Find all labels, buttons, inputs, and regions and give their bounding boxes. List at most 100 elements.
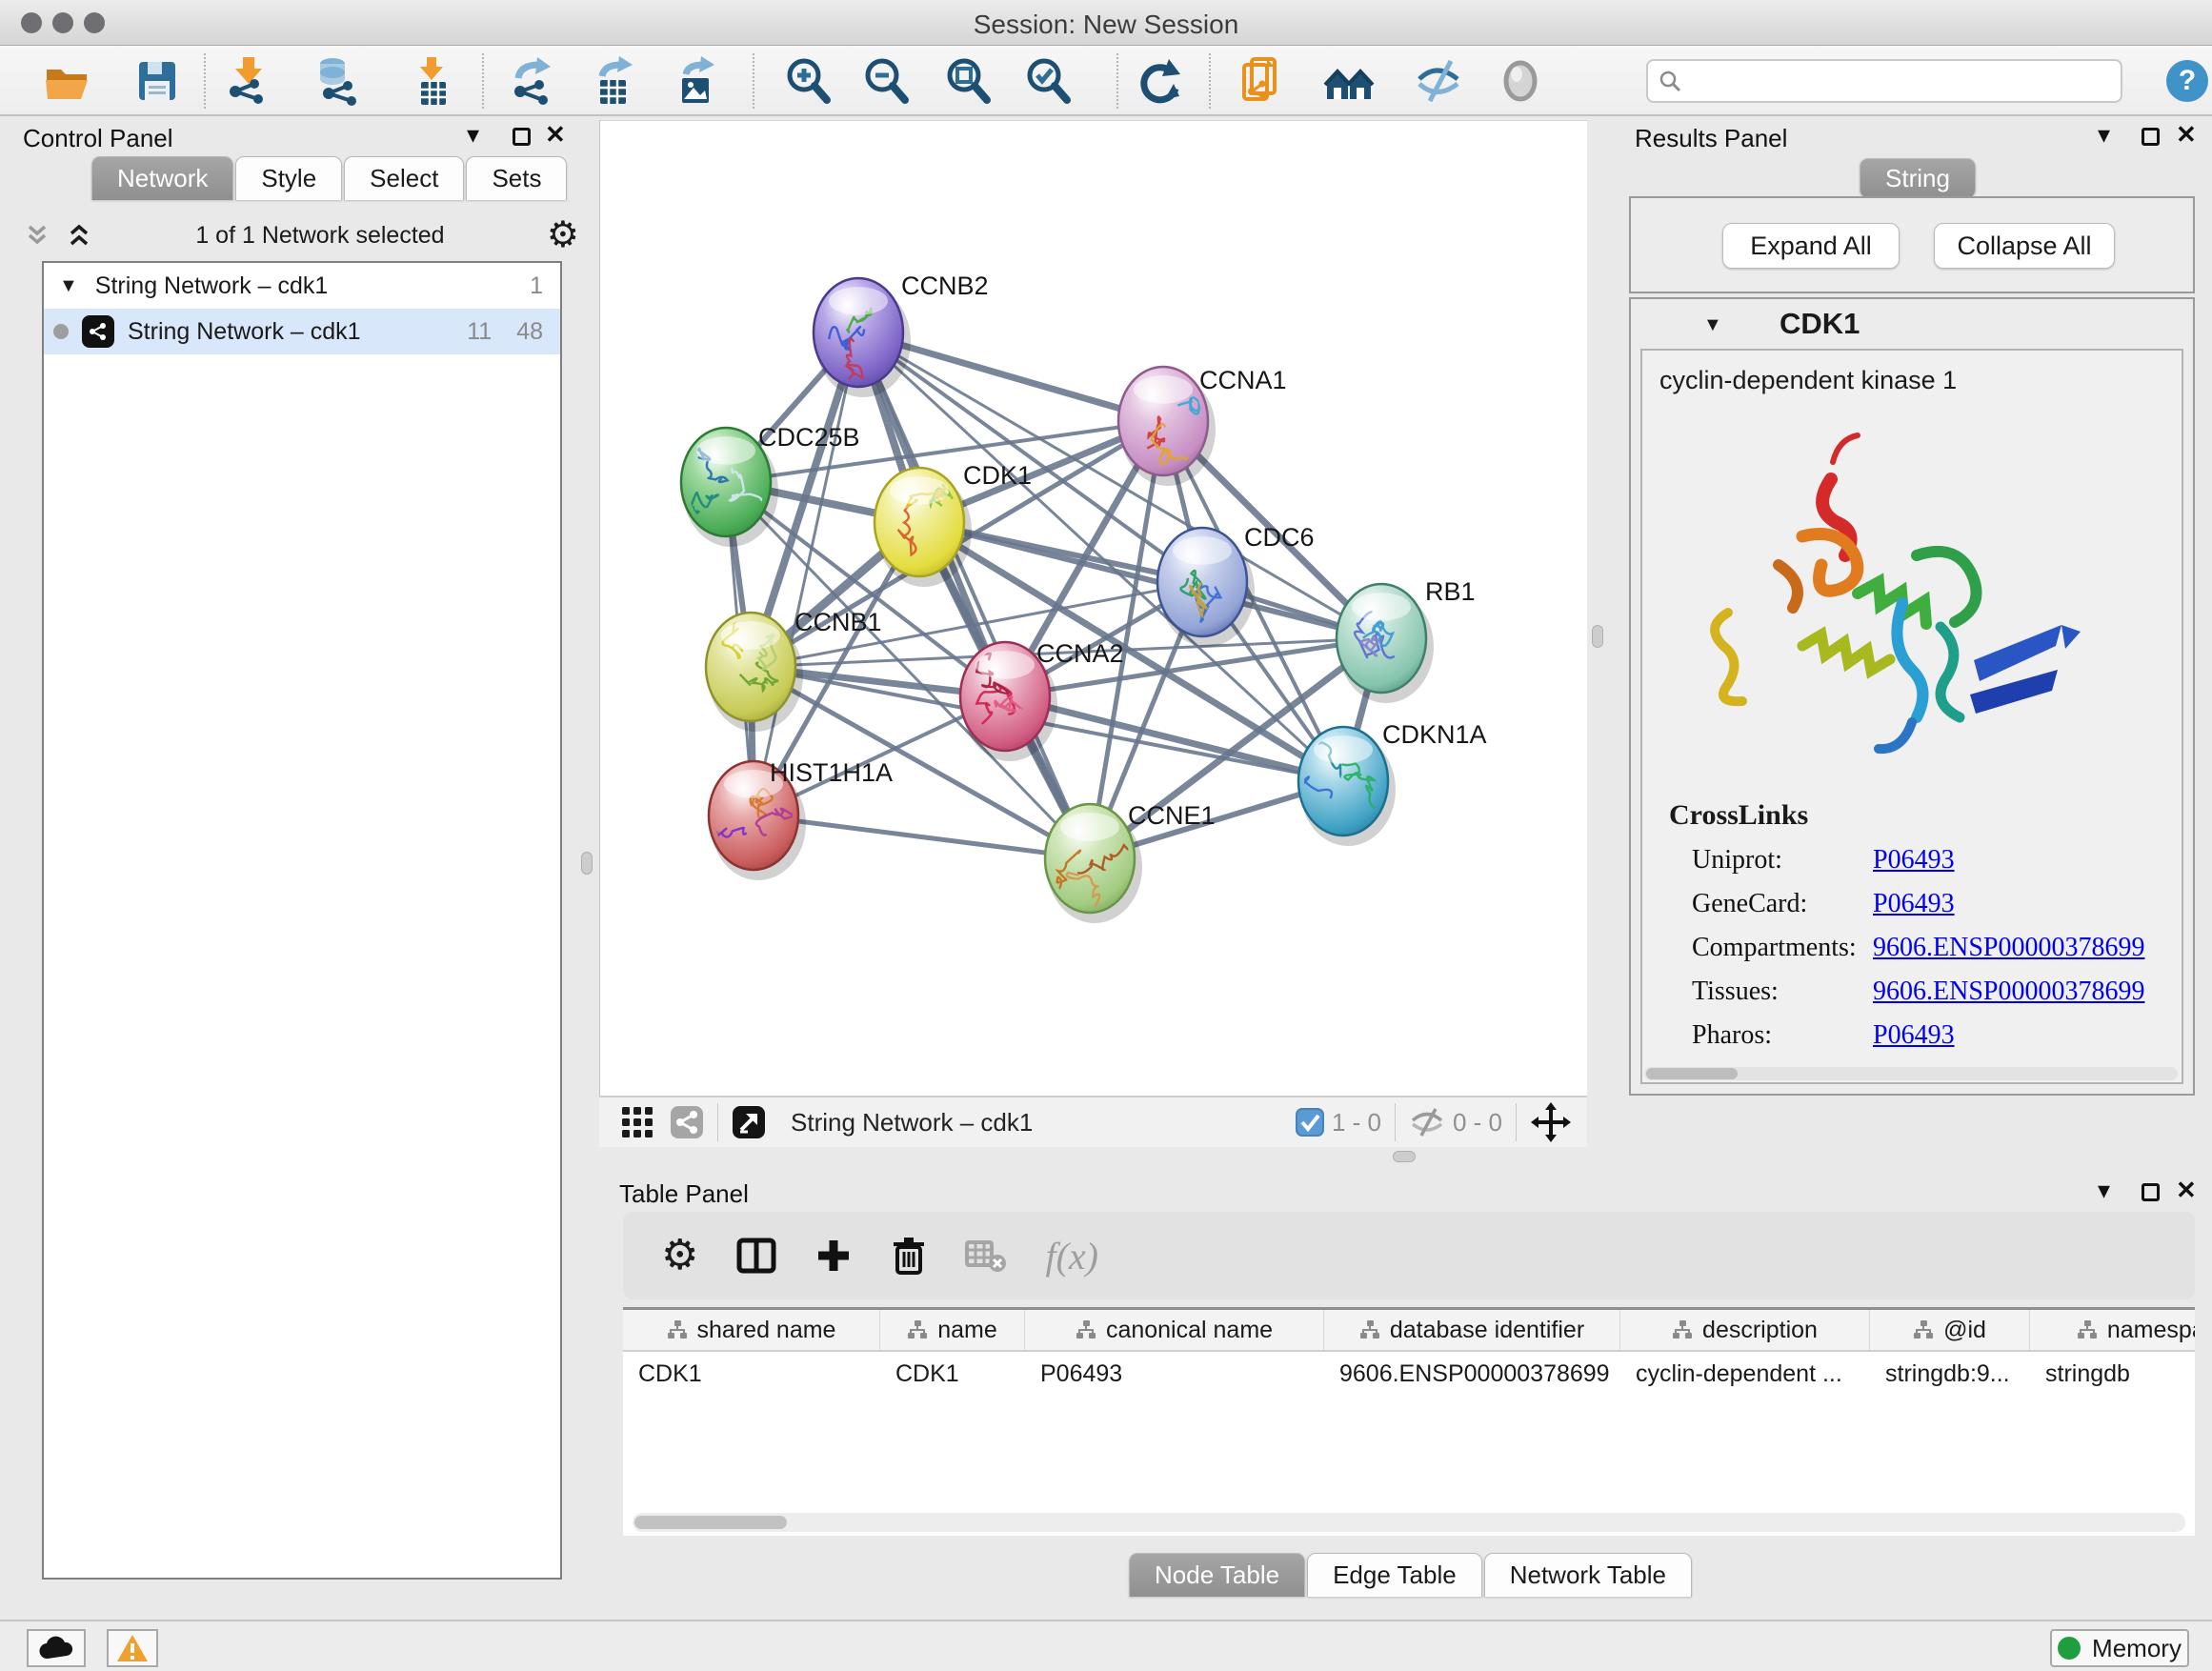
- inactive-eye-icon[interactable]: [1495, 55, 1546, 107]
- column-type-icon: [1672, 1319, 1693, 1340]
- crosslink-value-link[interactable]: P06493: [1873, 1020, 1955, 1051]
- open-session-icon[interactable]: [42, 55, 93, 107]
- grid-view-icon[interactable]: [620, 1105, 654, 1139]
- network-collection-row[interactable]: ▼ String Network – cdk1 1: [44, 263, 560, 309]
- import-table-file-icon[interactable]: [407, 55, 458, 107]
- warning-status-button[interactable]: [107, 1629, 158, 1667]
- zoom-in-icon[interactable]: [782, 55, 834, 107]
- show-columns-icon[interactable]: [736, 1238, 776, 1274]
- delete-column-icon[interactable]: [891, 1236, 927, 1276]
- column-header-database-identifier[interactable]: database identifier: [1324, 1310, 1620, 1350]
- control-panel-close-icon[interactable]: ✕: [545, 122, 566, 147]
- table-cell[interactable]: CDK1: [623, 1352, 880, 1396]
- crosslink-row: Pharos:P06493: [1692, 1020, 2182, 1051]
- zoom-fit-icon[interactable]: [942, 55, 994, 107]
- export-table-icon[interactable]: [589, 55, 640, 107]
- collapse-all-button[interactable]: Collapse All: [1934, 223, 2115, 269]
- string-home-icon[interactable]: [1323, 55, 1375, 107]
- collection-expander-icon[interactable]: ▼: [59, 275, 78, 297]
- pan-tool-icon[interactable]: [1530, 1101, 1572, 1143]
- table-hscroll-thumb[interactable]: [634, 1516, 787, 1529]
- save-session-icon[interactable]: [131, 55, 183, 107]
- control-panel-menu-icon[interactable]: ▾: [467, 122, 479, 147]
- tab-network[interactable]: Network: [91, 156, 233, 200]
- zoom-selected-icon[interactable]: [1022, 55, 1074, 107]
- zoom-out-icon[interactable]: [860, 55, 912, 107]
- refresh-view-icon[interactable]: [1133, 55, 1184, 107]
- network-edge-CCNB2-CCNE1[interactable]: [858, 332, 1090, 858]
- memory-button[interactable]: Memory: [2050, 1629, 2189, 1667]
- table-options-gear-icon[interactable]: ⚙: [661, 1238, 698, 1274]
- collapse-all-chevron-icon[interactable]: [23, 221, 51, 250]
- results-panel-menu-icon[interactable]: ▾: [2098, 122, 2110, 147]
- add-column-icon[interactable]: [814, 1237, 853, 1275]
- network-canvas[interactable]: CCNB2CCNA1CDC25BCDK1CDC6RB1CCNB1CCNA2CDK…: [599, 120, 1587, 1096]
- network-node-RB1[interactable]: [1337, 584, 1434, 703]
- results-panel-title: Results Panel: [1635, 124, 1787, 153]
- column-header-@id[interactable]: @id: [1870, 1310, 2030, 1350]
- results-tab-string[interactable]: String: [1860, 158, 1976, 198]
- expand-all-chevron-icon[interactable]: [65, 221, 93, 250]
- collection-count: 1: [530, 272, 543, 300]
- table-cell[interactable]: 9606.ENSP00000378699: [1324, 1352, 1620, 1396]
- results-panel-close-icon[interactable]: ✕: [2176, 122, 2197, 147]
- export-network-icon[interactable]: [507, 55, 558, 107]
- table-panel-close-icon[interactable]: ✕: [2176, 1178, 2197, 1202]
- results-panel-float-icon[interactable]: [2142, 128, 2160, 146]
- network-row[interactable]: String Network – cdk1 11 48: [44, 309, 560, 354]
- table-cell[interactable]: P06493: [1025, 1352, 1324, 1396]
- search-input[interactable]: [1682, 68, 2111, 94]
- tab-style[interactable]: Style: [235, 156, 342, 200]
- column-header-canonical-name[interactable]: canonical name: [1025, 1310, 1324, 1350]
- network-node-CDC6[interactable]: [1157, 528, 1255, 647]
- node-label-CCNA1: CCNA1: [1199, 366, 1287, 394]
- right-splitter-handle[interactable]: [1592, 625, 1603, 648]
- crosslink-value-link[interactable]: 9606.ENSP00000378699: [1873, 976, 2144, 1007]
- detach-view-icon[interactable]: [732, 1105, 766, 1139]
- table-panel-menu-icon[interactable]: ▾: [2098, 1178, 2110, 1202]
- table-cell[interactable]: CDK1: [880, 1352, 1025, 1396]
- open-network-in-browser-icon[interactable]: [1237, 55, 1288, 107]
- column-header-namespace[interactable]: namespace: [2030, 1310, 2195, 1350]
- toolbar-separator: [1209, 53, 1211, 109]
- hide-panel-eye-icon[interactable]: [1413, 55, 1464, 107]
- search-field[interactable]: [1646, 59, 2122, 103]
- crosslink-value-link[interactable]: 9606.ENSP00000378699: [1873, 933, 2144, 963]
- help-icon[interactable]: ?: [2164, 58, 2210, 104]
- crosslink-value-link[interactable]: P06493: [1873, 845, 1955, 876]
- network-node-CCNB2[interactable]: [814, 278, 911, 397]
- tab-select[interactable]: Select: [344, 156, 464, 200]
- table-row[interactable]: CDK1CDK1P064939606.ENSP00000378699cyclin…: [623, 1352, 2195, 1396]
- hidden-node-edge-count: 0 - 0: [1453, 1108, 1502, 1137]
- gene-section-expander-icon[interactable]: ▼: [1703, 314, 1722, 336]
- results-hscroll-track[interactable]: [1644, 1067, 2178, 1080]
- column-header-description[interactable]: description: [1620, 1310, 1870, 1350]
- network-node-CCNB1[interactable]: [706, 609, 803, 732]
- results-hscroll-thumb[interactable]: [1646, 1068, 1738, 1079]
- control-panel-float-icon[interactable]: [513, 128, 531, 146]
- table-cell[interactable]: stringdb:9...: [1870, 1352, 2030, 1396]
- cloud-status-button[interactable]: [27, 1629, 86, 1667]
- tab-edge-table[interactable]: Edge Table: [1307, 1553, 1482, 1597]
- tab-sets[interactable]: Sets: [466, 156, 567, 200]
- network-node-CDK1[interactable]: [875, 468, 972, 587]
- network-overview-icon[interactable]: [670, 1105, 704, 1139]
- column-header-name[interactable]: name: [880, 1310, 1025, 1350]
- import-network-file-icon[interactable]: [224, 55, 275, 107]
- import-network-database-icon[interactable]: [313, 55, 365, 107]
- table-panel-float-icon[interactable]: [2142, 1183, 2160, 1201]
- export-image-icon[interactable]: [671, 55, 722, 107]
- selected-checkbox-icon[interactable]: [1296, 1108, 1324, 1137]
- bottom-splitter-handle[interactable]: [1393, 1151, 1416, 1162]
- tab-network-table[interactable]: Network Table: [1484, 1553, 1692, 1597]
- tab-node-table[interactable]: Node Table: [1129, 1553, 1305, 1597]
- table-cell[interactable]: cyclin-dependent ...: [1620, 1352, 1870, 1396]
- expand-all-button[interactable]: Expand All: [1722, 223, 1900, 269]
- column-header-shared-name[interactable]: shared name: [623, 1310, 880, 1350]
- left-splitter-handle[interactable]: [581, 852, 593, 875]
- crosslink-value-link[interactable]: P06493: [1873, 889, 1955, 919]
- table-hscroll-track[interactable]: [633, 1513, 2185, 1532]
- network-node-CCNE1[interactable]: [1034, 804, 1142, 923]
- table-cell[interactable]: stringdb: [2030, 1352, 2195, 1396]
- network-options-gear-icon[interactable]: ⚙: [547, 217, 579, 253]
